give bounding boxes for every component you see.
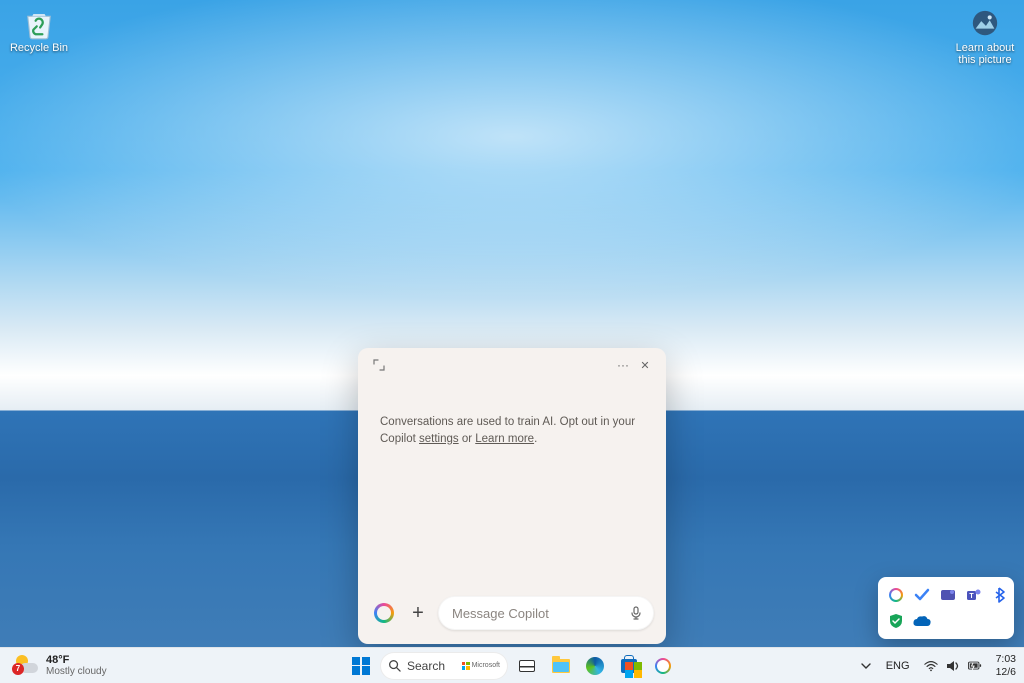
start-button[interactable]	[346, 651, 376, 681]
task-view-button[interactable]	[512, 651, 542, 681]
search-brand: Microsoft	[462, 662, 500, 670]
clock[interactable]: 7:03 12/6	[996, 653, 1016, 677]
tray-overflow-popup: T	[878, 577, 1014, 639]
language-indicator[interactable]: ENG	[886, 660, 910, 672]
copilot-message-input[interactable]: Message Copilot	[438, 596, 654, 630]
copilot-input-bar: + Message Copilot	[364, 592, 660, 634]
date: 12/6	[996, 666, 1016, 678]
weather-widget[interactable]: 7 48°F Mostly cloudy	[8, 651, 113, 681]
close-icon[interactable]: ✕	[634, 354, 656, 376]
weather-icon: 7	[14, 653, 40, 679]
search-label: Search	[407, 659, 445, 673]
search-icon	[388, 659, 401, 672]
todo-tray-icon[interactable]	[912, 585, 932, 605]
spotlight-label: Learn about this picture	[950, 42, 1020, 66]
store-button[interactable]	[614, 651, 644, 681]
onedrive-tray-icon[interactable]	[912, 611, 932, 631]
more-icon[interactable]: ···	[612, 354, 634, 376]
copilot-tray-icon[interactable]	[886, 585, 906, 605]
file-explorer-button[interactable]	[546, 651, 576, 681]
copilot-window: ··· ✕ Conversations are used to train AI…	[358, 348, 666, 644]
weather-temp: 48°F	[46, 654, 107, 666]
security-tray-icon[interactable]	[886, 611, 906, 631]
system-tray[interactable]	[920, 657, 986, 675]
volume-icon	[946, 659, 960, 673]
copilot-body: Conversations are used to train AI. Opt …	[364, 376, 660, 592]
copilot-taskbar-button[interactable]	[648, 651, 678, 681]
teams-tray-icon[interactable]: T	[964, 585, 984, 605]
bluetooth-tray-icon[interactable]	[990, 585, 1010, 605]
recycle-bin-icon[interactable]: Recycle Bin	[4, 4, 74, 54]
teams-personal-tray-icon[interactable]	[938, 585, 958, 605]
edge-button[interactable]	[580, 651, 610, 681]
copilot-logo-icon[interactable]	[370, 599, 398, 627]
battery-icon	[968, 659, 982, 673]
wifi-icon	[924, 659, 938, 673]
copilot-titlebar[interactable]: ··· ✕	[364, 354, 660, 376]
weather-badge: 7	[12, 663, 24, 675]
microphone-icon[interactable]	[628, 605, 644, 621]
taskbar: 7 48°F Mostly cloudy Search Microsoft EN…	[0, 647, 1024, 683]
tray-overflow-chevron-icon[interactable]	[856, 656, 876, 676]
spotlight-icon[interactable]: Learn about this picture	[950, 4, 1020, 66]
time: 7:03	[996, 653, 1016, 665]
copilot-learn-link[interactable]: Learn more	[475, 433, 534, 445]
svg-text:T: T	[969, 593, 974, 600]
taskbar-search[interactable]: Search Microsoft	[380, 652, 508, 680]
copilot-placeholder: Message Copilot	[452, 606, 628, 621]
copilot-settings-link[interactable]: settings	[419, 433, 459, 445]
add-attachment-icon[interactable]: +	[404, 599, 432, 627]
weather-condition: Mostly cloudy	[46, 666, 107, 677]
expand-icon[interactable]	[368, 354, 390, 376]
desktop-wallpaper[interactable]: Recycle Bin Learn about this picture ···…	[0, 0, 1024, 683]
recycle-bin-label: Recycle Bin	[10, 42, 68, 54]
